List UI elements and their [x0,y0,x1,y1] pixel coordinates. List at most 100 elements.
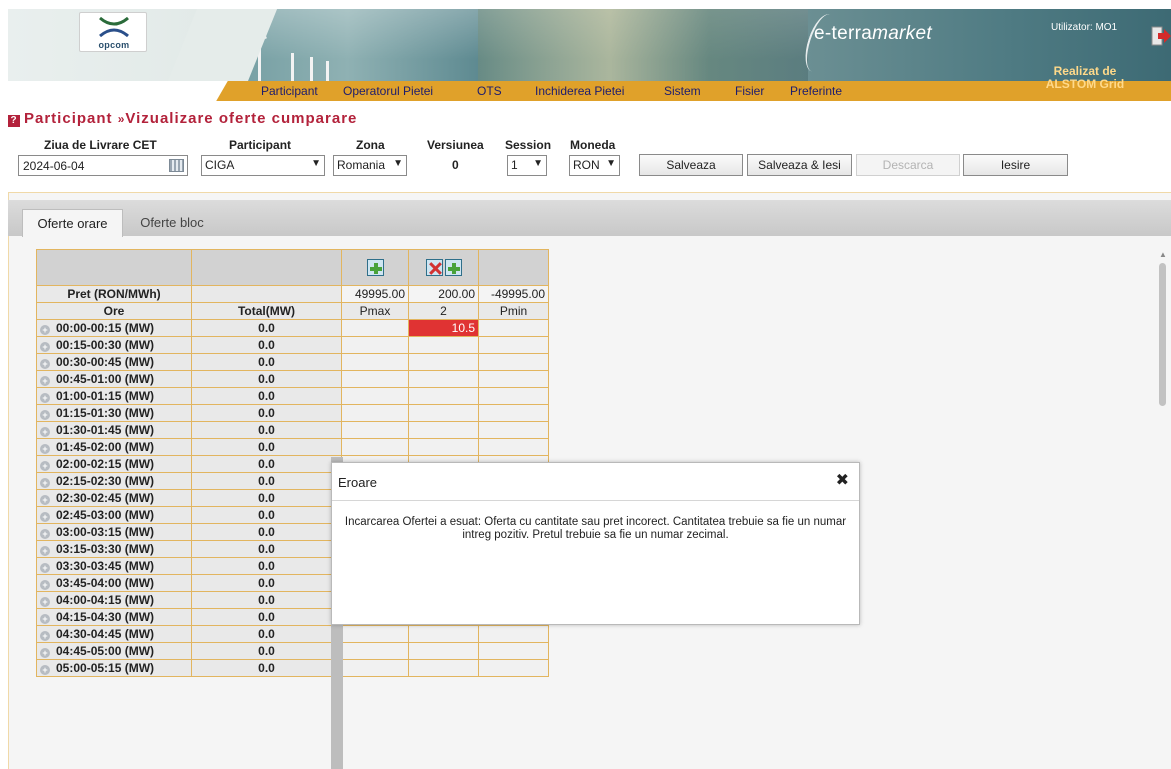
scroll-up-icon[interactable]: ▲ [1159,250,1167,259]
expand-icon[interactable]: + [40,410,50,420]
quantity-cell-c2[interactable] [408,370,479,388]
expand-icon[interactable]: + [40,325,50,335]
descarca-button[interactable]: Descarca [856,154,960,176]
price-col-2[interactable]: 200.00 [408,285,479,303]
quantity-cell-pmax[interactable] [341,387,409,405]
quantity-cell-pmin[interactable] [478,421,549,439]
hour-label: 02:30-02:45 (MW) [56,491,155,505]
quantity-cell-pmin[interactable] [478,659,549,677]
quantity-cell-pmin[interactable] [478,370,549,388]
quantity-cell-pmax[interactable] [341,404,409,422]
expand-icon[interactable]: + [40,444,50,454]
menu-inchiderea-pietei[interactable]: Inchiderea Pietei [535,84,624,98]
expand-icon[interactable]: + [40,376,50,386]
delete-column-icon[interactable] [425,259,443,276]
add-column-icon[interactable] [366,259,384,276]
expand-icon[interactable]: + [40,393,50,403]
quantity-cell-pmin[interactable] [478,336,549,354]
zona-label: Zona [356,138,385,152]
quantity-cell-pmax[interactable] [341,421,409,439]
hour-cell: +02:00-02:15 (MW) [36,455,192,473]
quantity-cell-c2[interactable] [408,387,479,405]
session-select[interactable]: 1 ▼ [507,155,547,176]
expand-icon[interactable]: + [40,495,50,505]
iesire-button[interactable]: Iesire [963,154,1068,176]
quantity-cell-c2[interactable]: 10.5 [408,319,479,337]
quantity-cell-pmin[interactable] [478,353,549,371]
quantity-cell-pmin[interactable] [478,625,549,643]
expand-icon[interactable]: + [40,546,50,556]
tab-oferte-bloc[interactable]: Oferte bloc [126,209,218,237]
expand-icon[interactable]: + [40,580,50,590]
menu-operatorul-pietei[interactable]: Operatorul Pietei [343,84,433,98]
table-row: +00:30-00:45 (MW) 0.0 [36,353,549,371]
quantity-cell-c2[interactable] [408,625,479,643]
expand-icon[interactable]: + [40,529,50,539]
expand-icon[interactable]: + [40,631,50,641]
price-pmin[interactable]: -49995.00 [478,285,549,303]
zona-select[interactable]: Romania ▼ [333,155,407,176]
expand-icon[interactable]: + [40,478,50,488]
menu-ots[interactable]: OTS [477,84,502,98]
quantity-cell-c2[interactable] [408,421,479,439]
expand-icon[interactable]: + [40,665,50,675]
quantity-cell-pmin[interactable] [478,387,549,405]
hour-label: 01:45-02:00 (MW) [56,440,155,454]
quantity-cell-c2[interactable] [408,659,479,677]
menu-preferinte[interactable]: Preferinte [790,84,842,98]
quantity-cell-pmax[interactable] [341,625,409,643]
quantity-cell-pmin[interactable] [478,404,549,422]
expand-icon[interactable]: + [40,427,50,437]
scroll-thumb[interactable] [1159,263,1166,406]
salveaza-iesi-button[interactable]: Salveaza & Iesi [747,154,852,176]
total-cell: 0.0 [191,506,342,524]
close-icon[interactable]: ✖ [836,473,849,489]
moneda-select[interactable]: RON ▼ [569,155,620,176]
quantity-cell-c2[interactable] [408,353,479,371]
ore-header: Ore [36,302,192,320]
quantity-cell-pmin[interactable] [478,438,549,456]
expand-icon[interactable]: + [40,359,50,369]
menu-participant[interactable]: Participant [261,84,318,98]
quantity-cell-pmax[interactable] [341,370,409,388]
header-banner: opcom e-terramarket Utilizator: MO1 [8,9,1171,81]
quantity-cell-c2[interactable] [408,438,479,456]
quantity-cell-pmax[interactable] [341,659,409,677]
expand-icon[interactable]: + [40,512,50,522]
expand-icon[interactable]: + [40,461,50,471]
menu-sistem[interactable]: Sistem [664,84,701,98]
quantity-cell-c2[interactable] [408,642,479,660]
expand-icon[interactable]: + [40,342,50,352]
hour-cell: +04:30-04:45 (MW) [36,625,192,643]
quantity-cell-pmin[interactable] [478,642,549,660]
participant-select[interactable]: CIGA ▼ [201,155,325,176]
quantity-cell-pmax[interactable] [341,319,409,337]
total-cell: 0.0 [191,642,342,660]
salveaza-button[interactable]: Salveaza [639,154,743,176]
total-cell: 0.0 [191,523,342,541]
expand-icon[interactable]: + [40,648,50,658]
hour-cell: +00:15-00:30 (MW) [36,336,192,354]
quantity-cell-c2[interactable] [408,336,479,354]
add-column-icon[interactable] [444,259,462,276]
expand-icon[interactable]: + [40,563,50,573]
quantity-cell-pmin[interactable] [478,319,549,337]
logout-icon[interactable] [1151,25,1171,47]
hour-label: 01:15-01:30 (MW) [56,406,155,420]
vertical-scrollbar[interactable]: ▲ [1155,248,1171,769]
delivery-date-input[interactable]: 2024-06-04 [18,155,188,176]
menu-fisier[interactable]: Fisier [735,84,764,98]
quantity-cell-pmax[interactable] [341,642,409,660]
help-icon[interactable]: ? [8,115,20,127]
calendar-icon[interactable] [169,159,184,172]
opcom-logo-icon [99,16,129,38]
quantity-cell-pmax[interactable] [341,353,409,371]
quantity-cell-pmax[interactable] [341,336,409,354]
expand-icon[interactable]: + [40,597,50,607]
hour-cell: +00:00-00:15 (MW) [36,319,192,337]
expand-icon[interactable]: + [40,614,50,624]
quantity-cell-c2[interactable] [408,404,479,422]
tab-oferte-orare[interactable]: Oferte orare [22,209,123,237]
price-pmax[interactable]: 49995.00 [341,285,409,303]
quantity-cell-pmax[interactable] [341,438,409,456]
